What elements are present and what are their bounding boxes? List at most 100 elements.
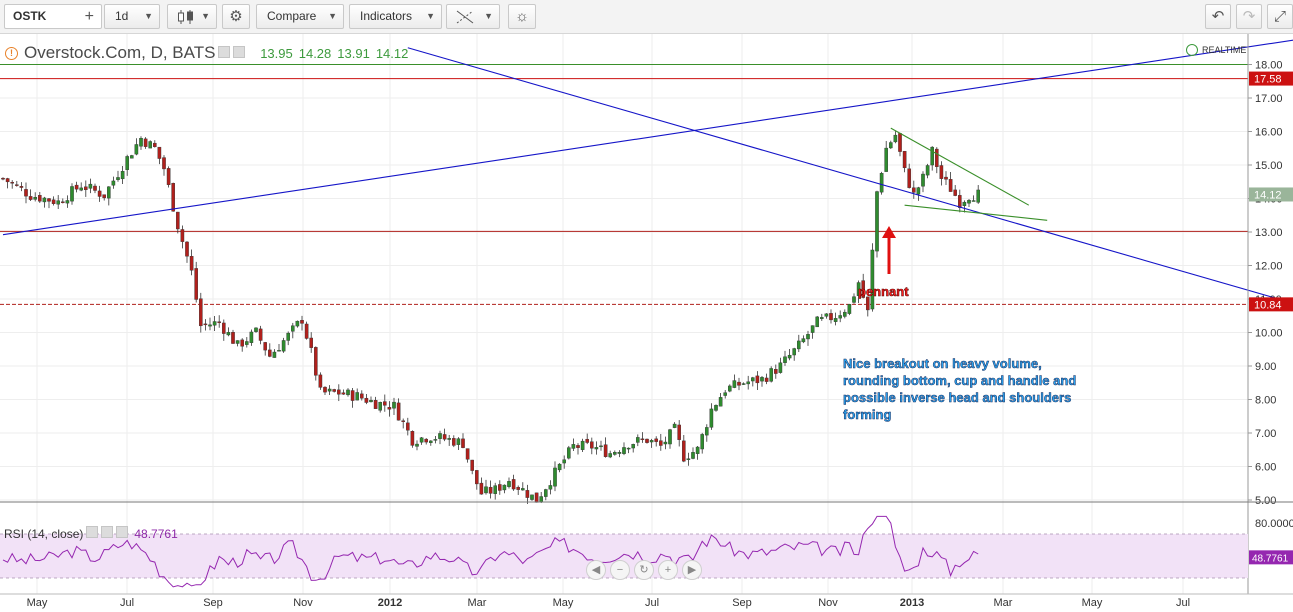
candle-body <box>102 194 106 199</box>
candle-body <box>718 397 723 407</box>
candle-body <box>258 328 263 341</box>
price-badge-label: 10.84 <box>1254 299 1282 311</box>
candle-body <box>33 197 37 200</box>
undo-button[interactable]: ↶ <box>1205 4 1231 29</box>
candle-body <box>921 173 925 187</box>
price-axis-label: 9.00 <box>1255 361 1276 373</box>
candle-body <box>709 408 714 428</box>
candlestick-series <box>1 131 980 504</box>
candle-body <box>562 459 566 464</box>
settings-button[interactable]: ⚙ <box>222 4 250 29</box>
candle-body <box>281 340 286 352</box>
candle-body <box>291 325 295 332</box>
chart-navigation: ◀ − ↻ + ▶ <box>586 560 706 580</box>
candle-body <box>300 320 304 324</box>
scroll-left-icon[interactable]: ◀ <box>586 560 606 580</box>
interval-dropdown[interactable]: 1d ▼ <box>104 4 160 29</box>
candle-body <box>327 388 332 392</box>
scroll-right-icon[interactable]: ▶ <box>682 560 702 580</box>
candle-body <box>976 189 980 203</box>
candle-body <box>277 350 281 352</box>
candle-body <box>157 146 162 159</box>
candle-body <box>599 445 603 448</box>
candle-body <box>608 453 612 458</box>
price-chart[interactable]: May Jul Sep Nov 2012 Mar May Jul Sep Nov 2013 Mar Ma… <box>0 34 1293 612</box>
candle-body <box>948 179 953 192</box>
candle-body <box>396 402 401 421</box>
candle-body <box>337 389 341 395</box>
trendline-falling[interactable] <box>407 47 1293 329</box>
candle-body <box>415 443 419 447</box>
time-axis-label: Nov <box>293 597 313 609</box>
candle-body <box>452 438 456 446</box>
fullscreen-icon: ⤢ <box>1273 8 1286 25</box>
compare-button[interactable]: Compare ▼ <box>256 4 344 29</box>
candle-body <box>268 349 272 357</box>
compare-label: Compare <box>267 9 317 23</box>
settings-small-icon[interactable] <box>101 526 114 538</box>
candle-body <box>714 405 718 411</box>
candle-body <box>65 200 70 204</box>
candle-body <box>139 138 143 147</box>
ideas-button[interactable]: ☼ <box>508 4 536 29</box>
trendline-rising[interactable] <box>2 38 1293 236</box>
candle-body <box>672 423 677 428</box>
candle-body <box>925 165 930 176</box>
alert-icon[interactable]: ! <box>5 47 18 60</box>
candle-body <box>967 199 971 204</box>
candle-body <box>93 185 97 191</box>
candle-body <box>373 400 378 409</box>
time-axis-label: May <box>553 597 574 609</box>
fullscreen-button[interactable]: ⤢ <box>1267 4 1293 29</box>
candle-body <box>442 434 447 440</box>
candle-body <box>350 390 355 401</box>
plus-icon[interactable]: + <box>85 5 94 28</box>
candle-body <box>433 439 438 441</box>
candle-body <box>217 321 222 323</box>
candle-body <box>61 201 65 203</box>
symbol-search-box[interactable]: OSTK + <box>4 4 102 29</box>
high-value: 14.28 <box>298 46 332 61</box>
candle-body <box>332 389 337 392</box>
lightbulb-icon: ☼ <box>515 8 529 25</box>
candle-body <box>898 133 902 152</box>
candle-body <box>594 447 599 450</box>
candle-body <box>746 381 750 385</box>
candle-body <box>51 199 56 204</box>
candle-body <box>893 134 898 143</box>
candle-body <box>534 492 539 503</box>
drawing-tools-dropdown[interactable]: ▼ <box>446 4 500 29</box>
candle-body <box>613 452 617 455</box>
candle-body <box>383 401 387 406</box>
ohlc-values: 13.95 14.28 13.91 14.12 <box>254 46 408 61</box>
candle-body <box>378 402 383 411</box>
candle-body <box>659 440 663 446</box>
candle-body <box>732 380 737 388</box>
candle-body <box>548 485 553 490</box>
candle-body <box>902 150 907 169</box>
chart-style-dropdown[interactable]: ▼ <box>167 4 217 29</box>
candle-body <box>189 256 194 271</box>
candle-body <box>185 241 189 257</box>
zoom-in-icon[interactable]: + <box>658 560 678 580</box>
candle-body <box>475 470 479 485</box>
visibility-icon[interactable] <box>86 526 99 538</box>
candle-body <box>272 351 277 358</box>
candle-body <box>806 334 810 340</box>
candle-body <box>286 332 291 341</box>
candle-body <box>649 440 654 443</box>
close-icon[interactable] <box>116 526 129 538</box>
zoom-out-icon[interactable]: − <box>610 560 630 580</box>
candle-body <box>106 186 111 199</box>
candle-body <box>778 362 783 373</box>
candle-body <box>369 399 373 403</box>
pennant-lower[interactable] <box>904 204 1048 221</box>
redo-button[interactable]: ↷ <box>1236 4 1262 29</box>
indicators-button[interactable]: Indicators ▼ <box>349 4 442 29</box>
candle-body <box>42 197 47 203</box>
settings-small-icon[interactable] <box>233 46 246 58</box>
realtime-label: REALTIME <box>1202 45 1247 55</box>
reset-icon[interactable]: ↻ <box>634 560 654 580</box>
candle-body <box>916 187 921 195</box>
visibility-icon[interactable] <box>218 46 231 58</box>
